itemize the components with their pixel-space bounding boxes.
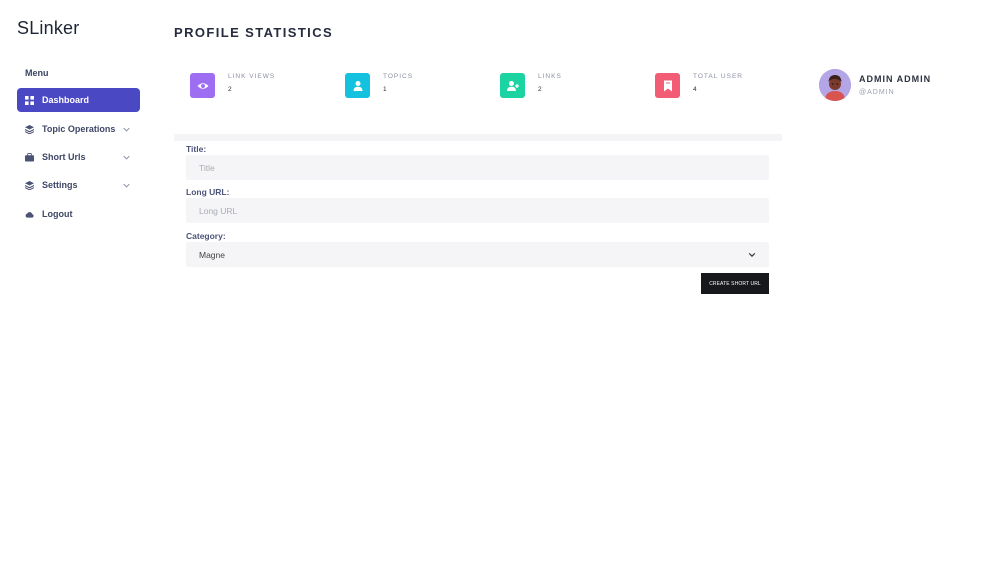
sidebar-item-label: Dashboard <box>42 95 90 105</box>
layers-icon <box>25 180 34 190</box>
sidebar-item-label: Short Urls <box>42 152 86 162</box>
sidebar: SLinker Menu Dashboard Topic Operations … <box>0 0 160 565</box>
page-title: PROFILE STATISTICS <box>174 25 334 40</box>
stat-label: TOTAL USER <box>693 73 743 80</box>
form-header-strip <box>174 134 782 141</box>
category-select[interactable]: Magne <box>186 242 769 267</box>
sidebar-item-logout[interactable]: Logout <box>17 202 140 226</box>
menu-title: Menu <box>25 68 49 78</box>
stat-value: 2 <box>538 86 542 93</box>
stat-total-user: TOTAL USER 4 <box>655 73 743 98</box>
long-url-input[interactable] <box>186 198 769 223</box>
user-profile[interactable]: ADMIN ADMIN @ADMIN <box>819 69 931 101</box>
eye-icon <box>190 73 215 98</box>
chevron-down-icon <box>123 181 130 188</box>
long-url-label: Long URL: <box>186 187 230 197</box>
title-label: Title: <box>186 144 207 154</box>
layers-icon <box>25 124 34 134</box>
sidebar-item-dashboard[interactable]: Dashboard <box>17 88 140 112</box>
sidebar-item-short-urls[interactable]: Short Urls <box>17 145 140 169</box>
title-input[interactable] <box>186 155 769 180</box>
stat-value: 1 <box>383 86 387 93</box>
avatar[interactable] <box>819 69 851 101</box>
stat-value: 4 <box>693 86 697 93</box>
grid-icon <box>25 95 34 105</box>
sidebar-item-label: Logout <box>42 209 73 219</box>
stat-label: LINKS <box>538 73 562 80</box>
stat-label: LINK VIEWS <box>228 73 276 80</box>
create-url-form: Title: Long URL: Category: Magne CREATE … <box>174 134 782 304</box>
stat-label: TOPICS <box>383 73 414 80</box>
chevron-down-icon <box>123 125 130 132</box>
user-icon <box>345 73 370 98</box>
create-short-url-button[interactable]: CREATE SHORT URL <box>701 273 769 294</box>
profile-name: ADMIN ADMIN <box>859 74 932 84</box>
stat-link-views: LINK VIEWS 2 <box>190 73 275 98</box>
stat-topics: TOPICS 1 <box>345 73 413 98</box>
profile-handle: @ADMIN <box>859 89 895 96</box>
cloud-icon <box>25 210 34 219</box>
chevron-down-icon <box>123 153 130 160</box>
sidebar-item-label: Settings <box>42 180 78 190</box>
category-label: Category: <box>186 231 226 241</box>
category-selected-value: Magne <box>199 249 225 260</box>
sidebar-item-settings[interactable]: Settings <box>17 173 140 197</box>
stat-value: 2 <box>228 86 232 93</box>
stat-links: LINKS 2 <box>500 73 562 98</box>
brand-logo[interactable]: SLinker <box>17 18 79 39</box>
sidebar-item-topic-operations[interactable]: Topic Operations <box>17 117 140 141</box>
sidebar-item-label: Topic Operations <box>42 124 116 134</box>
chevron-down-icon <box>748 251 756 259</box>
user-plus-icon <box>500 73 525 98</box>
bookmark-icon <box>655 73 680 98</box>
briefcase-icon <box>25 152 34 162</box>
